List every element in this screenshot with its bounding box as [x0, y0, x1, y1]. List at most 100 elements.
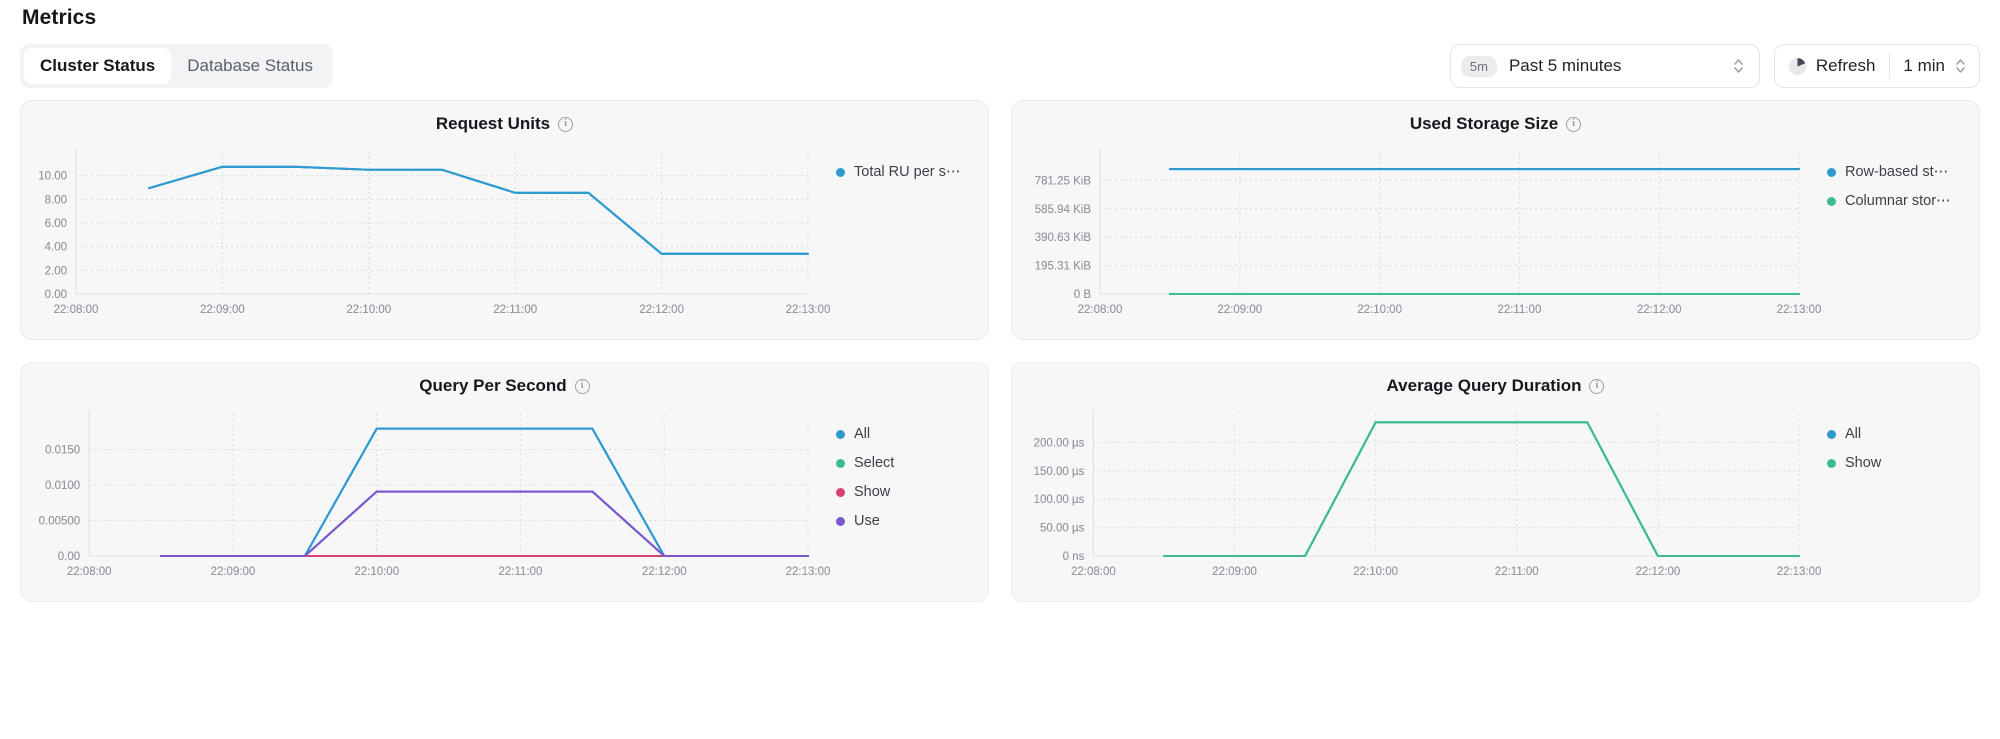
plot-area: 0.00 2.00 4.00 6.00 8.00 10.00 22:08:00 22:09:0… [21, 134, 830, 324]
chevron-updown-icon[interactable] [1954, 55, 1967, 77]
chart-legend: All Show [1821, 396, 1979, 586]
legend-item[interactable]: Row-based st⋯ [1827, 164, 1979, 180]
legend-item[interactable]: Show [836, 484, 988, 500]
svg-text:781.25 KiB: 781.25 KiB [1035, 175, 1092, 187]
info-icon[interactable]: i [574, 378, 590, 394]
legend-item[interactable]: Use [836, 513, 988, 529]
chart-svg: 0 B 195.31 KiB 390.63 KiB 585.94 KiB 781.25 … [1035, 148, 1821, 316]
plot-area: 0.00 0.00500 0.0100 0.0150 22:08:00 22:09:00 2… [21, 396, 830, 586]
chart-legend: Total RU per s⋯ [830, 134, 988, 324]
svg-text:22:12:00: 22:12:00 [639, 304, 684, 316]
svg-text:4.00: 4.00 [45, 242, 67, 254]
chart-title-text: Query Per Second [419, 376, 567, 395]
chart-legend: Row-based st⋯ Columnar stor⋯ [1821, 134, 1979, 324]
tab-database-status[interactable]: Database Status [171, 48, 329, 84]
charts-grid: Request Units i 0.00 2.00 4.00 6.00 8.00 10.0… [12, 100, 1988, 602]
toolbar-right-controls: 5m Past 5 minutes Refresh 1 min [1449, 44, 1980, 88]
chart-card-average-query-duration: Average Query Duration i 0 ns 50.00 µs 100… [1011, 362, 1980, 602]
page-title: Metrics [22, 6, 97, 29]
svg-text:6.00: 6.00 [45, 218, 67, 230]
chart-svg: 0.00 0.00500 0.0100 0.0150 22:08:00 22:09:00 2… [39, 410, 830, 578]
svg-text:390.63 KiB: 390.63 KiB [1035, 232, 1092, 244]
chart-body: 0.00 2.00 4.00 6.00 8.00 10.00 22:08:00 22:09:0… [21, 134, 988, 324]
svg-text:0.00: 0.00 [58, 551, 80, 563]
svg-text:22:08:00: 22:08:00 [54, 304, 99, 316]
svg-text:22:10:00: 22:10:00 [1353, 566, 1398, 578]
svg-text:22:11:00: 22:11:00 [493, 304, 537, 316]
chart-title-text: Request Units [435, 114, 551, 133]
svg-text:22:11:00: 22:11:00 [499, 566, 543, 578]
time-range-badge: 5m [1460, 55, 1497, 77]
chart-title-text: Average Query Duration [1386, 376, 1582, 395]
legend-item[interactable]: All [1827, 426, 1979, 442]
legend-item[interactable]: Columnar stor⋯ [1827, 193, 1979, 209]
svg-text:22:12:00: 22:12:00 [1635, 566, 1680, 578]
tab-database-status-label: Database Status [187, 56, 313, 75]
time-range-value: Past 5 minutes [1508, 56, 1622, 75]
legend-color-dot [836, 429, 845, 439]
legend-color-dot [836, 516, 845, 526]
plot-area: 0 B 195.31 KiB 390.63 KiB 585.94 KiB 781.25 … [1012, 134, 1821, 324]
chevron-updown-icon[interactable] [1732, 55, 1745, 77]
svg-text:22:09:00: 22:09:00 [211, 566, 256, 578]
svg-text:22:10:00: 22:10:00 [346, 304, 391, 316]
svg-text:22:12:00: 22:12:00 [1637, 304, 1682, 316]
refresh-button[interactable]: Refresh [1775, 45, 1890, 87]
legend-color-dot [836, 487, 845, 497]
legend-item[interactable]: Select [836, 455, 988, 471]
svg-text:200.00 µs: 200.00 µs [1034, 437, 1085, 449]
svg-text:0.0150: 0.0150 [45, 445, 80, 457]
svg-text:22:08:00: 22:08:00 [1078, 304, 1123, 316]
svg-text:0 B: 0 B [1074, 289, 1092, 301]
svg-text:22:11:00: 22:11:00 [1497, 304, 1541, 316]
svg-text:0.0100: 0.0100 [45, 480, 80, 492]
svg-text:0.00: 0.00 [45, 289, 67, 301]
refresh-interval-value: 1 min [1903, 56, 1945, 75]
legend-label: Use [854, 513, 880, 529]
chart-title-text: Used Storage Size [1409, 114, 1559, 133]
svg-text:585.94 KiB: 585.94 KiB [1035, 204, 1092, 216]
svg-text:0.00500: 0.00500 [39, 516, 81, 528]
info-icon[interactable]: i [558, 116, 574, 132]
legend-color-dot [1827, 429, 1836, 439]
status-tabs: Cluster Status Database Status [20, 44, 333, 88]
svg-text:195.31 KiB: 195.31 KiB [1035, 261, 1092, 273]
legend-color-dot [1827, 167, 1836, 177]
svg-text:22:10:00: 22:10:00 [1357, 304, 1402, 316]
svg-text:150.00 µs: 150.00 µs [1034, 466, 1085, 478]
info-icon[interactable]: i [1566, 116, 1582, 132]
legend-item[interactable]: All [836, 426, 988, 442]
chart-legend: All Select Show Use [830, 396, 988, 586]
legend-item[interactable]: Show [1827, 455, 1979, 471]
legend-label: Select [854, 455, 895, 471]
legend-item[interactable]: Total RU per s⋯ [836, 164, 988, 180]
chart-card-used-storage-size: Used Storage Size i 0 B 195.31 KiB 390.63 … [1011, 100, 1980, 340]
legend-color-dot [1827, 458, 1836, 468]
legend-label: Columnar stor⋯ [1845, 193, 1951, 209]
svg-text:8.00: 8.00 [45, 194, 67, 206]
chart-title: Average Query Duration i [1012, 376, 1979, 396]
svg-text:22:09:00: 22:09:00 [1217, 304, 1262, 316]
chart-svg: 0.00 2.00 4.00 6.00 8.00 10.00 22:08:00 22:09:0… [38, 148, 830, 316]
svg-text:22:08:00: 22:08:00 [1071, 566, 1116, 578]
chart-title: Used Storage Size i [1012, 114, 1979, 134]
svg-text:22:10:00: 22:10:00 [354, 566, 399, 578]
svg-text:22:13:00: 22:13:00 [1777, 566, 1821, 578]
legend-label: Show [854, 484, 891, 500]
time-range-picker[interactable]: 5m Past 5 minutes [1449, 44, 1760, 88]
legend-color-dot [1827, 196, 1836, 206]
tab-cluster-status[interactable]: Cluster Status [24, 48, 172, 84]
chart-card-query-per-second: Query Per Second i 0.00 0.00500 0.0100 0.01… [20, 362, 989, 602]
refresh-control: Refresh 1 min [1773, 44, 1980, 88]
chart-body: 0.00 0.00500 0.0100 0.0150 22:08:00 22:09:00 2… [21, 396, 988, 586]
chart-title: Request Units i [21, 114, 988, 134]
chart-title: Query Per Second i [21, 376, 988, 396]
svg-text:22:11:00: 22:11:00 [1495, 566, 1539, 578]
legend-label: Row-based st⋯ [1845, 164, 1949, 180]
svg-text:22:13:00: 22:13:00 [786, 566, 830, 578]
svg-text:22:12:00: 22:12:00 [642, 566, 687, 578]
svg-text:22:09:00: 22:09:00 [200, 304, 245, 316]
info-icon[interactable]: i [1589, 378, 1605, 394]
legend-label: Total RU per s⋯ [854, 164, 961, 180]
refresh-interval-select[interactable]: 1 min [1890, 45, 1979, 87]
